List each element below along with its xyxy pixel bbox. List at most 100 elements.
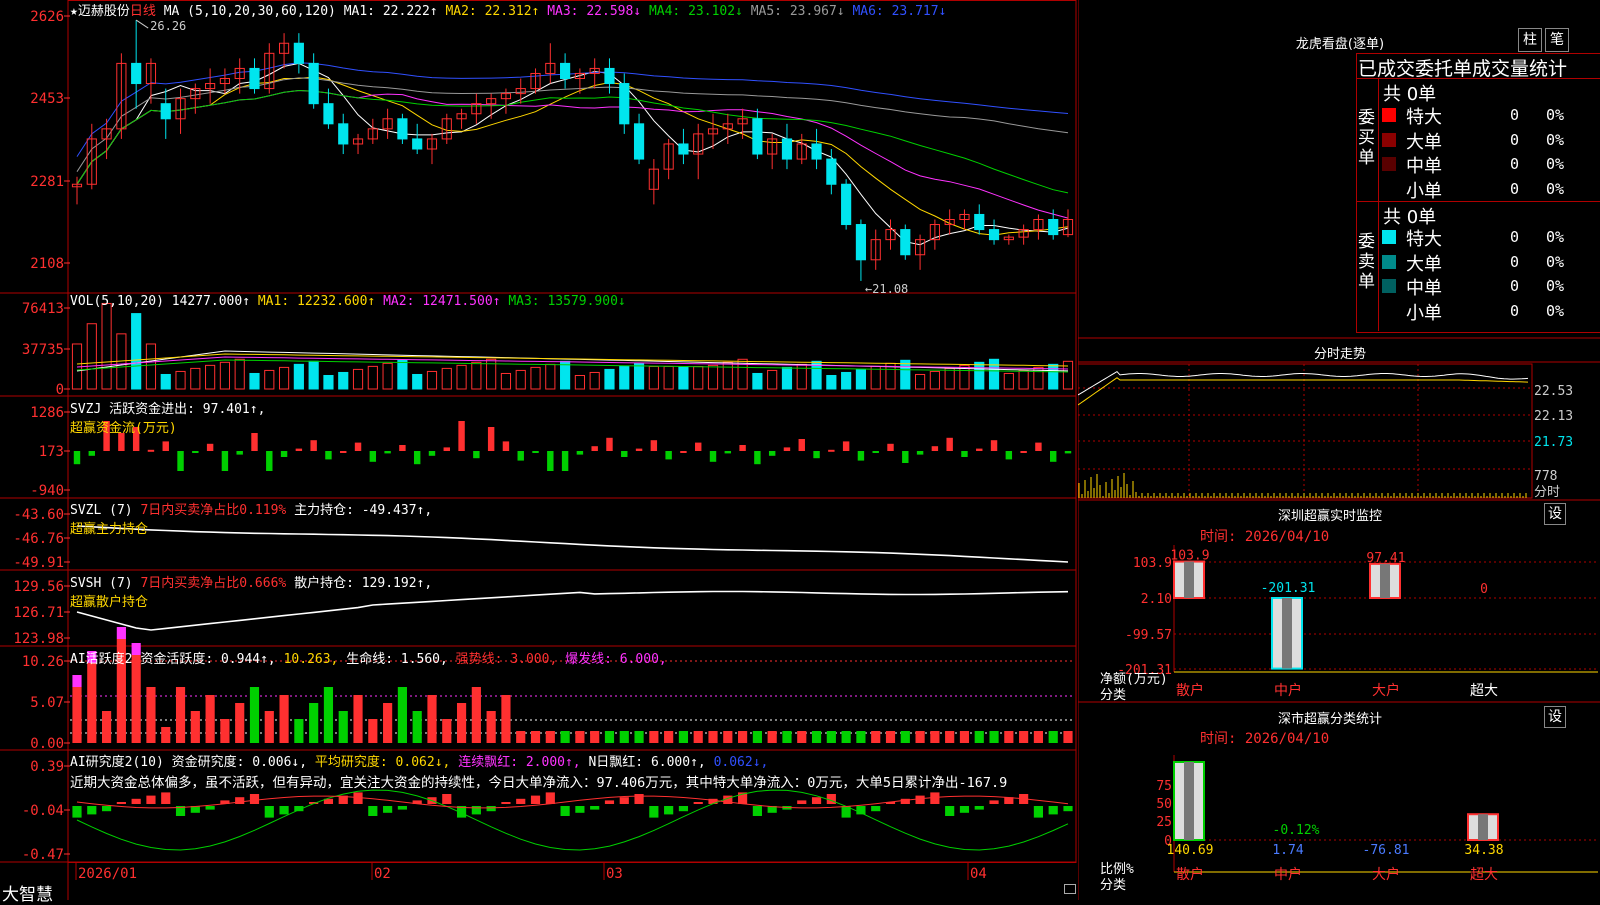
money-flow-bar xyxy=(798,439,805,451)
volume-bar xyxy=(678,365,689,390)
volume-bar xyxy=(397,359,408,390)
monitor-value: -201.31 xyxy=(1261,581,1316,596)
activity-bar xyxy=(279,695,289,743)
money-flow-bar xyxy=(976,448,983,451)
money-flow-bar xyxy=(828,449,835,452)
volume-bar xyxy=(219,361,230,390)
activity-bar xyxy=(826,731,836,743)
research-bar xyxy=(530,795,541,804)
money-flow-bar xyxy=(857,451,865,461)
money-flow-bar xyxy=(591,446,598,451)
activity-bar xyxy=(338,711,348,743)
high-pointer xyxy=(135,19,149,29)
stock-name[interactable]: 迈赫股份 xyxy=(78,4,130,19)
money-flow-bar xyxy=(502,441,510,451)
activity-bar xyxy=(442,719,452,743)
candle xyxy=(781,138,793,160)
axis-tick-label: 0.39 xyxy=(30,759,64,775)
star-icon: ★ xyxy=(70,4,78,19)
volume-bar xyxy=(456,364,467,390)
axis-tick-label: 1286 xyxy=(30,405,64,421)
money-flow-bar xyxy=(340,451,347,453)
money-flow-bar xyxy=(606,437,613,451)
activity-bar xyxy=(471,687,481,743)
activity-bar xyxy=(516,731,526,743)
activity-bar xyxy=(604,731,615,743)
axis-tick-label: 10.26 xyxy=(22,654,64,670)
ai1-active: 资金活跃度: 0.944↑, xyxy=(140,652,276,667)
ai1-v2: 10.263, xyxy=(283,652,339,667)
volume-bar xyxy=(515,369,526,390)
activity-bar xyxy=(945,731,955,743)
money-flow-bar xyxy=(665,451,672,460)
svzl-value: 主力持仓: -49.437↑, xyxy=(294,503,433,518)
vol-ma-item-0: MA1: 12232.600↑ xyxy=(257,294,376,309)
money-flow-bar xyxy=(724,451,732,454)
research-bar xyxy=(797,800,807,804)
volume-bar xyxy=(915,373,926,390)
money-flow-bar xyxy=(680,451,687,453)
candle xyxy=(752,118,763,155)
svzl-header: SVZL (7) 7日内买卖净占比0.119% 主力持仓: -49.437↑, … xyxy=(70,499,432,537)
activity-bar xyxy=(427,695,437,743)
period-label[interactable]: 日线 xyxy=(130,4,156,19)
research-bar xyxy=(205,806,215,810)
monitor-bar-shade xyxy=(1282,598,1292,669)
volume-bar xyxy=(574,374,585,390)
volume-bar xyxy=(278,366,290,390)
volume-bar xyxy=(101,302,112,390)
monitor-settings-button[interactable]: 设 xyxy=(1544,503,1566,525)
money-flow-bar xyxy=(73,451,81,465)
money-flow-bar xyxy=(842,441,850,451)
money-flow-bar xyxy=(266,451,273,471)
money-flow-bar xyxy=(754,451,761,465)
research-bar xyxy=(649,806,659,818)
candle xyxy=(826,158,837,185)
research-bar xyxy=(575,806,585,813)
money-flow-bar xyxy=(280,451,288,457)
volume-bar xyxy=(826,374,837,390)
lock-icon[interactable] xyxy=(1064,884,1076,894)
money-flow-bar xyxy=(354,442,362,451)
right-charts[interactable]: 22.53 22.13 21.73 778分时 103.9 2.10 -99.57 -201.… xyxy=(1078,0,1600,900)
candle xyxy=(604,67,615,85)
money-flow-bar xyxy=(813,451,820,459)
money-flow-bar xyxy=(946,437,953,451)
volume-bar xyxy=(929,370,940,390)
activity-bar xyxy=(856,731,866,743)
research-bar xyxy=(989,800,999,804)
volume-bar xyxy=(530,366,541,390)
class-axis-label: 50 xyxy=(1156,797,1172,812)
ai2-v: 0.062↓, xyxy=(713,755,769,770)
activity-bar xyxy=(974,731,984,743)
activity-bar xyxy=(708,731,718,743)
class-settings-button[interactable]: 设 xyxy=(1544,706,1566,728)
ma-line-6 xyxy=(76,62,1069,157)
svzl-title: SVZL (7) xyxy=(70,503,133,518)
intraday-price-line xyxy=(1078,370,1529,396)
research-bar xyxy=(161,792,171,804)
commentary-text: 近期大资金总体偏多，虽不活跃，但有异动，宜关注大资金的持续性，今日大单净流入：9… xyxy=(70,775,1008,791)
axis-tick-label: -46.76 xyxy=(13,531,64,547)
class-category-label: 散户 xyxy=(1176,866,1204,883)
candle xyxy=(293,42,304,64)
money-flow-bar xyxy=(458,421,465,451)
research-bar xyxy=(1048,806,1058,815)
ma-line-5 xyxy=(76,77,1069,172)
axis-tick-label: 37735 xyxy=(22,342,64,358)
volume-bar xyxy=(131,313,142,390)
research-bar xyxy=(235,797,245,804)
activity-bar xyxy=(575,731,585,743)
activity-bar xyxy=(959,731,970,743)
intraday-axis-label: 778 xyxy=(1534,469,1557,484)
axis-tick-label: 0 xyxy=(56,382,64,398)
research-bar xyxy=(959,806,970,813)
research-bar xyxy=(545,792,555,804)
volume-bar xyxy=(855,368,867,390)
axis-tick-label: 2453 xyxy=(30,91,64,107)
activity-peak xyxy=(116,627,126,639)
activity-bar xyxy=(309,703,319,743)
monitor-axis-label: 103.9 xyxy=(1133,556,1172,571)
date-label: 02 xyxy=(374,866,391,882)
volume-bar xyxy=(145,343,157,390)
